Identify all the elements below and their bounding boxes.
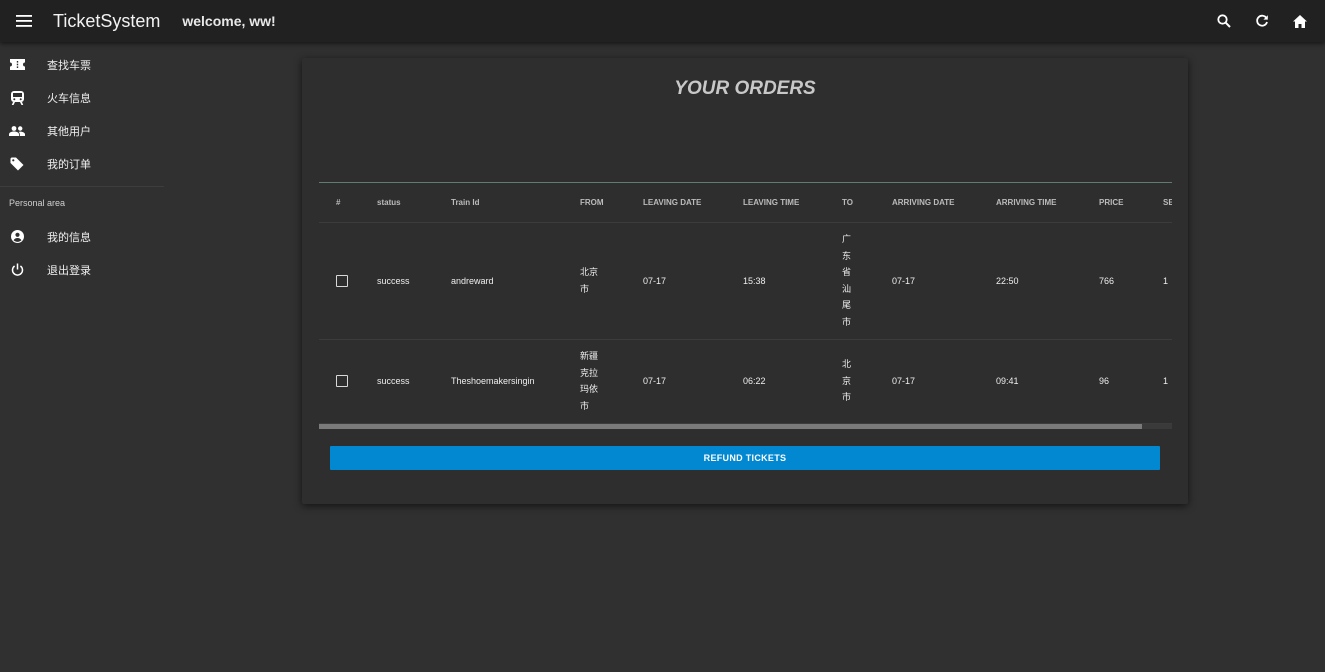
home-button[interactable]: [1281, 2, 1319, 40]
nav-item-other-users[interactable]: 其他用户: [0, 114, 164, 147]
nav-item-label: 我的订单: [47, 158, 91, 171]
column-header[interactable]: LEAVING DATE: [643, 183, 743, 223]
nav-item-label: 退出登录: [47, 264, 91, 277]
arriving-time-cell: 09:41: [996, 339, 1099, 424]
people-icon: [0, 125, 34, 136]
row-checkbox[interactable]: [336, 375, 348, 387]
welcome-text: welcome, ww!: [182, 13, 276, 29]
from-cell: 新疆 克拉 玛依市: [580, 339, 643, 424]
tag-icon: [0, 157, 34, 171]
price-cell: 766: [1099, 222, 1163, 340]
navigation-drawer: 查找车票 火车信息 其他用户 我的订单 Personal area 我的信息 退…: [0, 42, 164, 672]
nav-item-my-orders[interactable]: 我的订单: [0, 147, 164, 180]
appbar-actions: [1205, 2, 1319, 40]
to-cell: 广东省 汕尾市: [842, 222, 892, 340]
nav-item-my-info[interactable]: 我的信息: [0, 220, 164, 253]
home-icon: [1293, 14, 1307, 28]
search-icon: [1217, 14, 1231, 28]
to-cell: 北京市: [842, 339, 892, 424]
price-cell: 96: [1099, 339, 1163, 424]
arriving-time-cell: 22:50: [996, 222, 1099, 340]
personal-area-header: Personal area: [9, 198, 66, 208]
column-header[interactable]: ARRIVING DATE: [892, 183, 996, 223]
refresh-icon: [1256, 14, 1268, 27]
nav-item-label: 火车信息: [47, 92, 91, 105]
arriving-date-cell: 07-17: [892, 222, 996, 340]
column-header[interactable]: SE: [1163, 183, 1172, 223]
leaving-date-cell: 07-17: [643, 339, 743, 424]
page-title: YOUR ORDERS: [674, 78, 816, 99]
column-header[interactable]: status: [377, 183, 451, 223]
refresh-button[interactable]: [1243, 2, 1281, 40]
seat-cell: 1: [1163, 222, 1172, 340]
train-icon: [0, 90, 34, 105]
ticket-icon: [0, 59, 34, 70]
status-cell: success: [377, 222, 451, 340]
nav-item-logout[interactable]: 退出登录: [0, 253, 164, 286]
column-header[interactable]: FROM: [580, 183, 643, 223]
orders-table: # status Train Id FROM LEAVING DATE LEAV…: [319, 182, 1172, 429]
menu-button[interactable]: [4, 1, 44, 41]
status-cell: success: [377, 339, 451, 424]
table-header-row: # status Train Id FROM LEAVING DATE LEAV…: [319, 183, 1172, 223]
nav-item-label: 查找车票: [47, 59, 91, 72]
column-header[interactable]: TO: [842, 183, 892, 223]
search-button[interactable]: [1205, 2, 1243, 40]
nav-item-find-tickets[interactable]: 查找车票: [0, 48, 164, 81]
leaving-time-cell: 15:38: [743, 222, 842, 340]
app-bar: TicketSystem welcome, ww!: [0, 0, 1325, 42]
scrollbar-thumb[interactable]: [319, 424, 1142, 429]
nav-item-label: 我的信息: [47, 231, 91, 244]
app-title: TicketSystem: [53, 10, 161, 31]
power-icon: [0, 263, 34, 276]
nav-item-train-info[interactable]: 火车信息: [0, 81, 164, 114]
leaving-time-cell: 06:22: [743, 339, 842, 424]
column-header[interactable]: PRICE: [1099, 183, 1163, 223]
column-header[interactable]: LEAVING TIME: [743, 183, 842, 223]
train-id-cell: andreward: [451, 222, 580, 340]
table-row: success Theshoemakersingin 新疆 克拉 玛依市 07-1…: [319, 339, 1172, 424]
from-cell: 北京市: [580, 222, 643, 340]
nav-item-label: 其他用户: [47, 125, 91, 138]
table-horizontal-scrollbar[interactable]: [319, 424, 1172, 429]
column-header[interactable]: ARRIVING TIME: [996, 183, 1099, 223]
arriving-date-cell: 07-17: [892, 339, 996, 424]
column-header[interactable]: Train Id: [451, 183, 580, 223]
orders-card: YOUR ORDERS # status Train Id FROM LEAVI…: [302, 58, 1188, 504]
leaving-date-cell: 07-17: [643, 222, 743, 340]
account-circle-icon: [0, 230, 34, 243]
menu-icon: [16, 15, 32, 27]
column-header: #: [319, 183, 377, 223]
seat-cell: 1: [1163, 339, 1172, 424]
row-checkbox[interactable]: [336, 274, 348, 287]
train-id-cell: Theshoemakersingin: [451, 339, 580, 424]
table-row: success andreward 北京市 07-17 15:38 广东省 汕尾…: [319, 222, 1172, 340]
refund-tickets-button[interactable]: REFUND TICKETS: [330, 446, 1160, 470]
